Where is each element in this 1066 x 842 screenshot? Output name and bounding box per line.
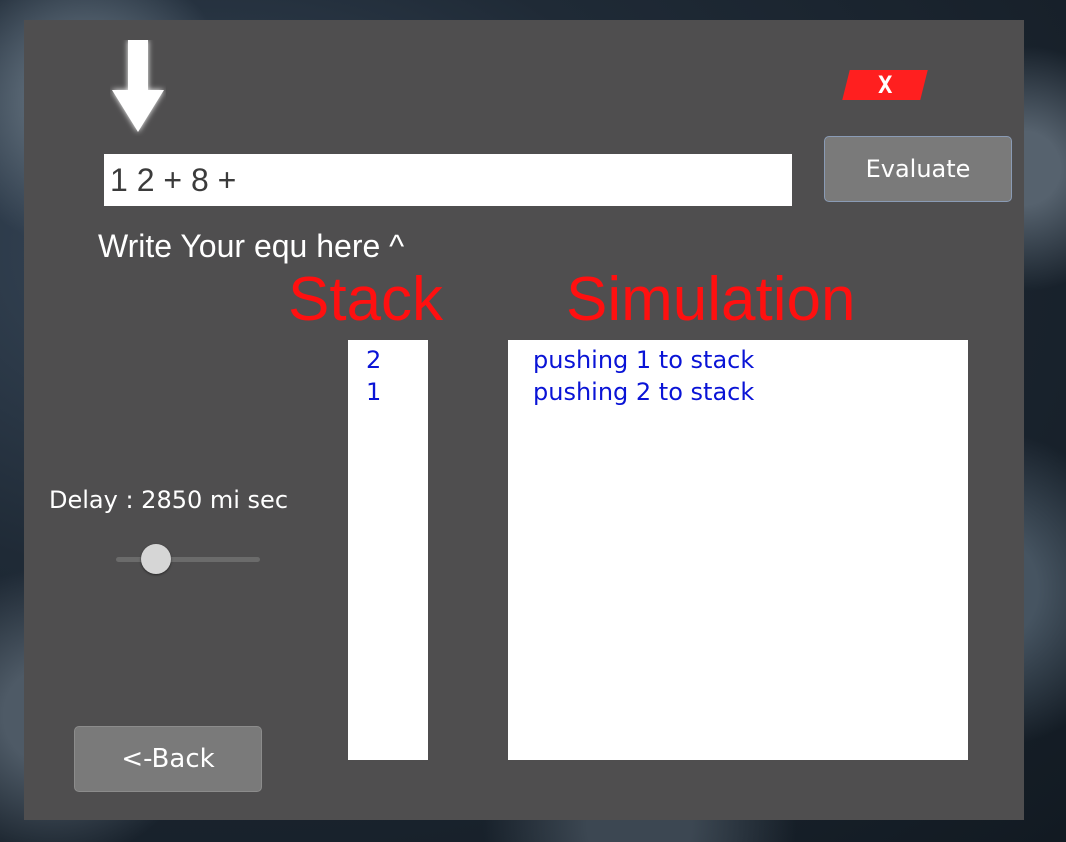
down-arrow-icon [112,40,164,132]
evaluate-button[interactable]: Evaluate [824,136,1012,202]
back-button[interactable]: <-Back [74,726,262,792]
app-window: X Evaluate Write Your equ here ^ Stack S… [24,20,1024,820]
delay-label: Delay : 2850 mi sec [49,486,289,514]
equation-input[interactable] [104,154,792,206]
close-icon: X [877,71,893,99]
simulation-line: pushing 1 to stack [533,346,755,374]
delay-slider-thumb[interactable] [141,544,172,574]
simulation-line: pushing 2 to stack [533,378,755,406]
simulation-log: pushing 1 to stack pushing 2 to stack [508,340,968,760]
stack-heading: Stack [288,265,444,334]
delay-slider-track[interactable] [116,557,260,562]
close-button[interactable]: X [842,70,928,100]
stack-item: 1 [366,378,382,406]
stack-item: 2 [366,346,382,374]
stack-panel: 2 1 [348,340,428,760]
simulation-heading: Simulation [566,265,856,334]
